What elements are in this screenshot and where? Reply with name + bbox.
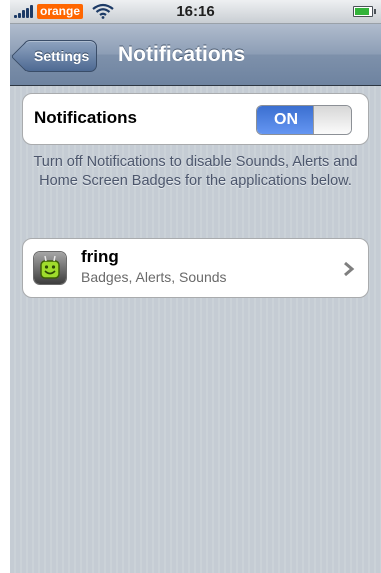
chevron-right-icon (344, 261, 355, 277)
app-notification-types: Badges, Alerts, Sounds (81, 269, 227, 285)
fring-app-icon (34, 252, 66, 284)
notifications-hint-text: Turn off Notifications to disable Sounds… (33, 154, 358, 189)
toggle-on-label: ON (257, 106, 315, 134)
navigation-bar: Settings Notifications (10, 24, 381, 86)
notifications-label: Notifications (34, 108, 137, 127)
battery-icon (353, 6, 376, 17)
status-time: 16:16 (176, 3, 215, 20)
notifications-toggle[interactable]: ON (256, 105, 352, 135)
back-button-label: Settings (34, 48, 90, 64)
settings-back-button[interactable]: Settings (23, 40, 97, 72)
page-title: Notifications (118, 43, 246, 66)
status-bar: orange 16:16 (10, 0, 381, 24)
notifications-toggle-row: Notifications ON (22, 93, 369, 145)
toggle-knob[interactable] (313, 106, 351, 134)
app-name: fring (81, 247, 119, 266)
app-row-fring[interactable]: fring Badges, Alerts, Sounds (22, 238, 369, 298)
phone-screen: orange 16:16 Settings Notifications Noti… (10, 0, 381, 573)
